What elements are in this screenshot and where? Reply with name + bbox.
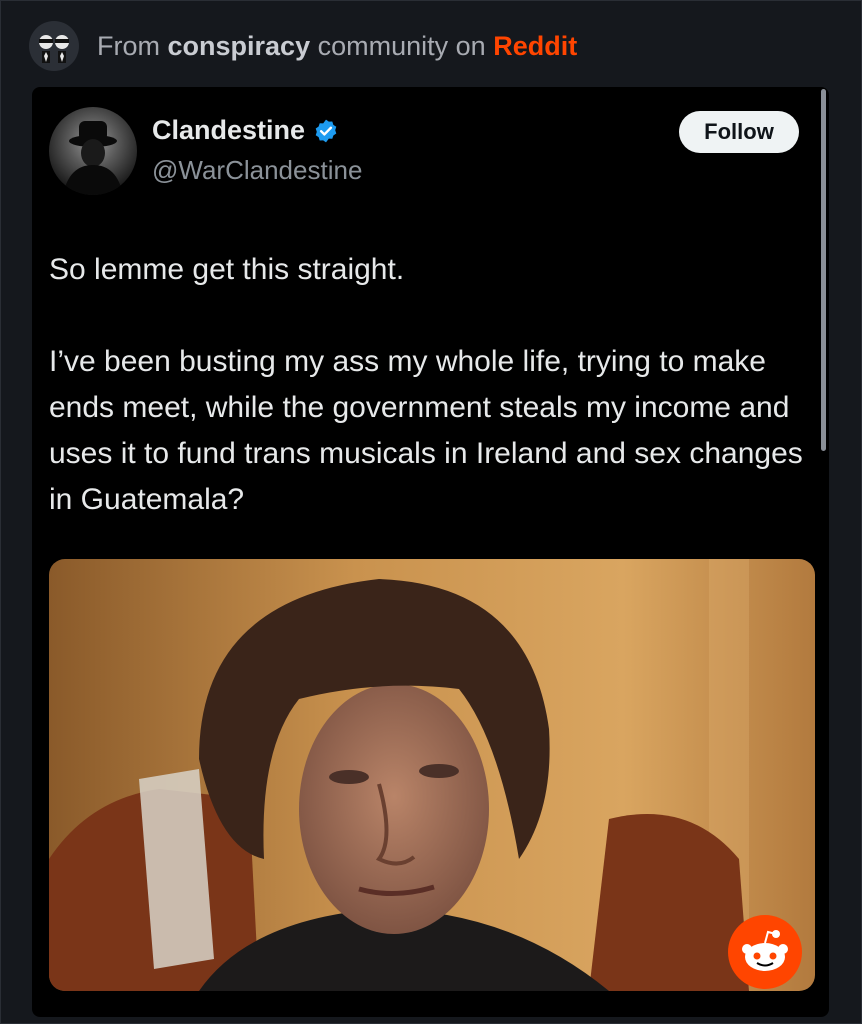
author-name[interactable]: Clandestine (152, 115, 339, 146)
verified-badge-icon (315, 119, 337, 142)
follow-button[interactable]: Follow (679, 111, 799, 153)
community-header-text: From conspiracy community on Reddit (97, 31, 577, 62)
community-header: From conspiracy community on Reddit (29, 21, 577, 71)
community-link[interactable]: conspiracy (168, 31, 311, 61)
post-frame: From conspiracy community on Reddit Clan… (0, 0, 862, 1024)
tweet-text: So lemme get this straight. I’ve been bu… (49, 253, 803, 516)
reddit-logo-icon (728, 915, 802, 989)
reddit-link[interactable]: Reddit (493, 31, 577, 61)
community-on-label: community on (317, 30, 486, 61)
tweet-media-image[interactable] (49, 559, 815, 991)
from-label: From (97, 30, 160, 61)
scrollbar[interactable] (821, 89, 826, 451)
author-avatar[interactable] (49, 107, 137, 195)
author-name-text: Clandestine (152, 115, 306, 145)
tweet-card: Clandestine @WarClandestine Follow So le… (32, 87, 829, 1017)
author-handle[interactable]: @WarClandestine (152, 155, 362, 186)
community-avatar-icon[interactable] (29, 21, 79, 71)
